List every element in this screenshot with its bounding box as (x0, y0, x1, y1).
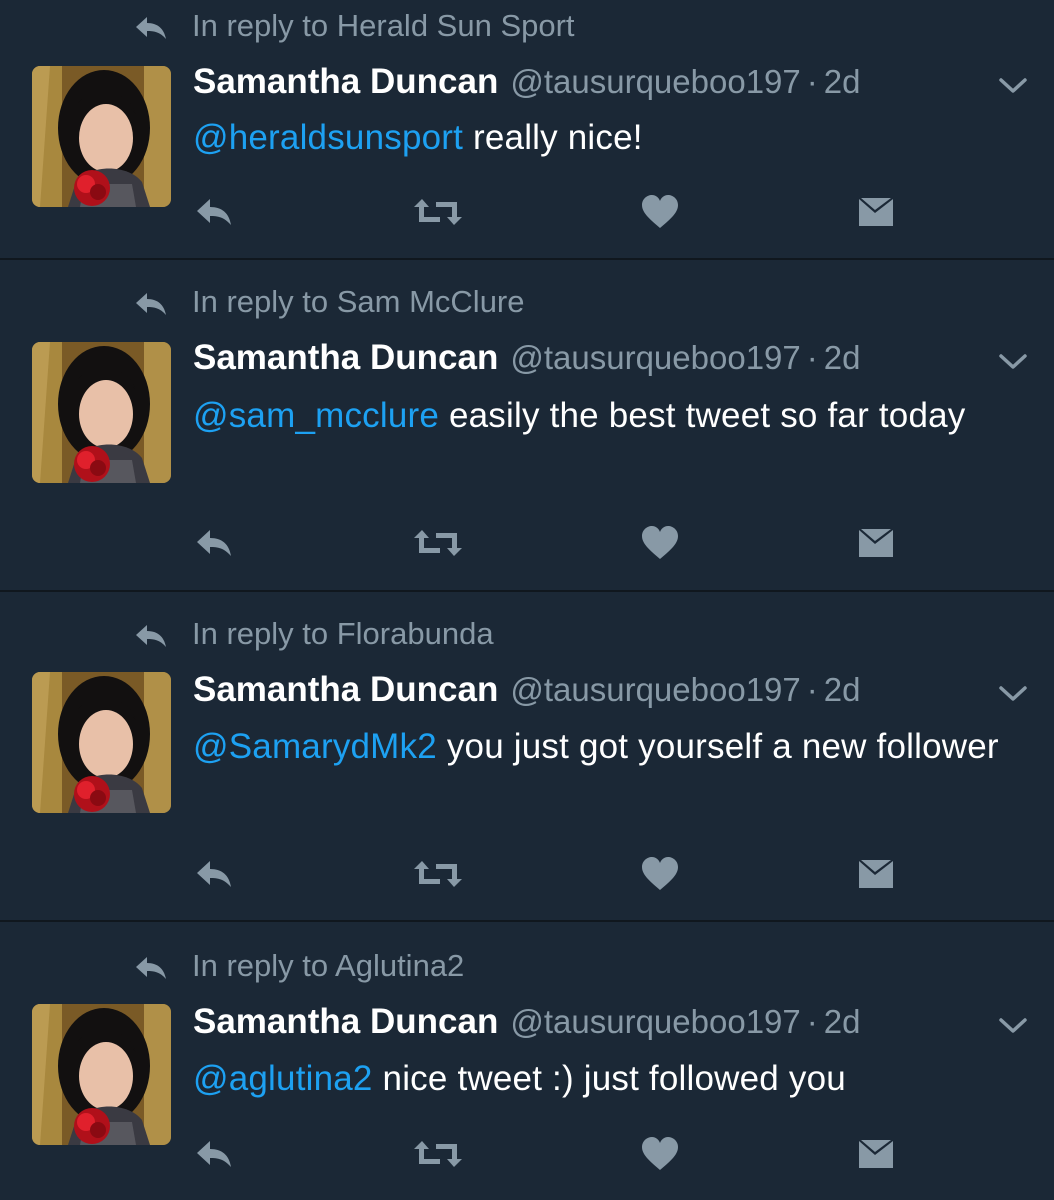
chevron-down-icon[interactable] (998, 76, 1028, 96)
username-handle[interactable]: @tausurqueboo197 (510, 339, 800, 377)
reply-context-text: In reply to Aglutina2 (192, 948, 465, 983)
reply-icon (197, 530, 231, 556)
retweet-button[interactable] (410, 1134, 466, 1174)
display-name[interactable]: Samantha Duncan (193, 1002, 498, 1042)
tweet-header: Samantha Duncan @tausurqueboo197 · 2d (193, 338, 860, 382)
tweet[interactable]: In reply to Florabunda Samantha Duncan @… (0, 592, 1054, 922)
retweet-button[interactable] (410, 192, 466, 232)
separator-dot: · (806, 339, 818, 376)
reply-button[interactable] (188, 523, 240, 563)
separator-dot: · (806, 1003, 818, 1040)
retweet-icon (414, 861, 462, 887)
tweet[interactable]: In reply to Herald Sun Sport Samantha Du… (0, 0, 1054, 260)
heart-icon (642, 1137, 678, 1170)
retweet-icon (414, 1141, 462, 1167)
action-bar (0, 854, 1054, 894)
mention-link[interactable]: @sam_mcclure (193, 396, 439, 435)
tweet-text-content: you just got yourself a new follower (436, 727, 999, 766)
retweet-icon (414, 199, 462, 225)
separator-dot: · (806, 671, 818, 708)
avatar[interactable] (32, 1004, 171, 1145)
action-bar (0, 1134, 1054, 1174)
separator-dot: · (806, 63, 818, 100)
reply-icon (197, 199, 231, 225)
direct-message-icon (859, 529, 893, 557)
like-button[interactable] (638, 523, 682, 563)
mention-link[interactable]: @aglutina2 (193, 1059, 373, 1098)
username-handle[interactable]: @tausurqueboo197 (510, 1003, 800, 1041)
tweet[interactable]: In reply to Sam McClure Samantha Duncan … (0, 260, 1054, 592)
like-button[interactable] (638, 192, 682, 232)
direct-message-button[interactable] (854, 854, 898, 894)
chevron-down-icon[interactable] (998, 1016, 1028, 1036)
chevron-down-icon[interactable] (998, 352, 1028, 372)
reply-context[interactable]: In reply to Aglutina2 (134, 946, 464, 986)
timestamp[interactable]: 2d (824, 339, 861, 377)
tweet-text: @aglutina2 nice tweet :) just followed y… (193, 1052, 1023, 1105)
direct-message-icon (859, 1140, 893, 1168)
avatar[interactable] (32, 672, 171, 813)
tweet-header: Samantha Duncan @tausurqueboo197 · 2d (193, 62, 860, 106)
reply-icon (197, 1141, 231, 1167)
like-button[interactable] (638, 854, 682, 894)
reply-context[interactable]: In reply to Sam McClure (134, 282, 525, 322)
reply-arrow-icon (134, 13, 168, 39)
direct-message-icon (859, 198, 893, 226)
action-bar (0, 192, 1054, 232)
timestamp[interactable]: 2d (824, 63, 861, 101)
username-handle[interactable]: @tausurqueboo197 (510, 63, 800, 101)
reply-arrow-icon (134, 953, 168, 979)
reply-context-text: In reply to Herald Sun Sport (192, 8, 575, 43)
reply-icon (197, 861, 231, 887)
avatar[interactable] (32, 342, 171, 483)
direct-message-button[interactable] (854, 523, 898, 563)
avatar[interactable] (32, 66, 171, 207)
chevron-down-icon[interactable] (998, 684, 1028, 704)
retweet-button[interactable] (410, 523, 466, 563)
retweet-icon (414, 530, 462, 556)
direct-message-button[interactable] (854, 192, 898, 232)
tweet[interactable]: In reply to Aglutina2 Samantha Duncan @t… (0, 922, 1054, 1200)
direct-message-button[interactable] (854, 1134, 898, 1174)
tweet-text-content: nice tweet :) just followed you (372, 1059, 846, 1098)
reply-context-text: In reply to Florabunda (192, 616, 494, 651)
reply-arrow-icon (134, 289, 168, 315)
reply-context[interactable]: In reply to Florabunda (134, 614, 494, 654)
reply-context[interactable]: In reply to Herald Sun Sport (134, 6, 575, 46)
heart-icon (642, 195, 678, 228)
username-handle[interactable]: @tausurqueboo197 (510, 671, 800, 709)
tweet-text-content: really nice! (463, 118, 643, 157)
reply-button[interactable] (188, 192, 240, 232)
reply-button[interactable] (188, 1134, 240, 1174)
retweet-button[interactable] (410, 854, 466, 894)
tweet-text: @SamarydMk2 you just got yourself a new … (193, 720, 1023, 773)
heart-icon (642, 526, 678, 559)
tweet-text: @heraldsunsport really nice! (193, 111, 1023, 164)
timestamp[interactable]: 2d (824, 1003, 861, 1041)
display-name[interactable]: Samantha Duncan (193, 62, 498, 102)
mention-link[interactable]: @SamarydMk2 (193, 727, 437, 766)
mention-link[interactable]: @heraldsunsport (193, 118, 463, 157)
action-bar (0, 523, 1054, 563)
heart-icon (642, 857, 678, 890)
tweet-header: Samantha Duncan @tausurqueboo197 · 2d (193, 1002, 860, 1046)
tweet-text: @sam_mcclure easily the best tweet so fa… (193, 389, 1023, 442)
reply-context-text: In reply to Sam McClure (192, 284, 525, 319)
like-button[interactable] (638, 1134, 682, 1174)
tweet-header: Samantha Duncan @tausurqueboo197 · 2d (193, 670, 860, 714)
display-name[interactable]: Samantha Duncan (193, 670, 498, 710)
reply-button[interactable] (188, 854, 240, 894)
direct-message-icon (859, 860, 893, 888)
display-name[interactable]: Samantha Duncan (193, 338, 498, 378)
timestamp[interactable]: 2d (824, 671, 861, 709)
tweet-text-content: easily the best tweet so far today (439, 396, 966, 435)
reply-arrow-icon (134, 621, 168, 647)
